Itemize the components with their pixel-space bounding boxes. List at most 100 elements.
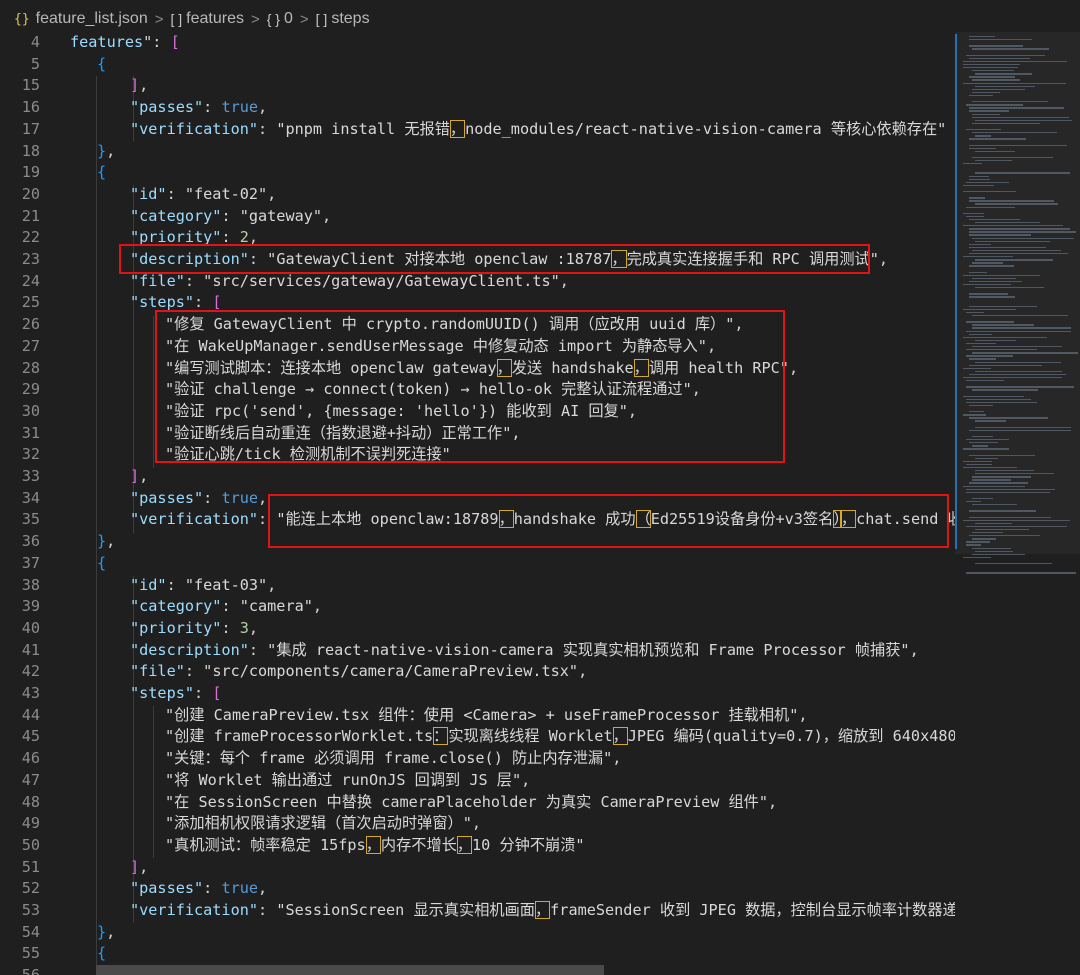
minimap-line <box>969 442 998 444</box>
minimap-line <box>966 349 1037 351</box>
code-token: true <box>221 98 259 117</box>
minimap-line <box>969 333 993 335</box>
line-number: 56 <box>0 965 40 975</box>
code-token: features <box>70 33 144 51</box>
minimap-line <box>972 435 993 438</box>
minimap-line <box>969 36 995 38</box>
code-line[interactable]: 48 "在 SessionScreen 中替换 cameraPlaceholder… <box>0 792 955 814</box>
horizontal-scrollbar[interactable] <box>96 965 604 975</box>
minimap-line <box>969 218 1020 221</box>
minimap-line <box>969 110 1010 112</box>
code-token: "集成 react-native-vision-camera 实现真实相机预览和… <box>267 640 910 659</box>
minimap-line <box>975 287 1044 289</box>
code-line[interactable]: 17 "verification": "pnpm install 无报错，node… <box>0 119 955 141</box>
code-text: "priority": 3, <box>130 618 258 640</box>
line-number: 35 <box>21 510 40 529</box>
minimap-line <box>969 404 993 407</box>
minimap-line <box>963 466 1018 469</box>
minimap-line <box>975 135 991 137</box>
code-line[interactable]: 16 "passes": true, <box>0 97 955 119</box>
minimap-line <box>963 184 994 187</box>
code-line[interactable]: 46 "关键：每个 frame 必须调用 frame.close() 防止内存泄漏… <box>0 748 955 770</box>
breadcrumb-features[interactable]: features <box>186 10 244 28</box>
code-line[interactable]: 47 "将 Worklet 输出通过 runOnJS 回调到 JS 层", <box>0 770 955 792</box>
code-text: "关键：每个 frame 必须调用 frame.close() 防止内存泄漏", <box>165 748 621 770</box>
object-icon: { } <box>266 11 280 27</box>
minimap-line <box>972 113 1000 115</box>
code-token: "priority" <box>130 618 222 637</box>
code-line[interactable]: 19 { <box>0 162 955 184</box>
minimap-line <box>963 308 1017 311</box>
code-token: , <box>612 749 622 768</box>
minimap-line <box>969 175 989 177</box>
line-number: 43 <box>21 684 40 702</box>
breadcrumb-index[interactable]: 0 <box>284 10 293 28</box>
code-token: , <box>258 98 268 117</box>
code-line[interactable]: 39 "category": "camera", <box>0 596 955 618</box>
code-line[interactable]: 4 features": [ <box>0 32 955 54</box>
code-token: , <box>139 467 149 485</box>
minimap-line <box>963 414 987 416</box>
breadcrumb-steps[interactable]: steps <box>331 10 369 28</box>
code-line[interactable]: 38 "id": "feat-03", <box>0 575 955 597</box>
minimap-line <box>963 367 992 370</box>
minimap-line <box>969 482 1028 484</box>
minimap-line <box>963 67 1018 69</box>
minimap-line <box>963 212 985 215</box>
minimap-line <box>969 454 1035 456</box>
code-line[interactable]: 18}, <box>0 141 955 163</box>
minimap[interactable] <box>955 32 1080 975</box>
minimap-line <box>975 426 1071 428</box>
line-number: 34 <box>21 488 40 507</box>
code-line[interactable]: 54}, <box>0 922 955 944</box>
code-token: , <box>768 792 778 811</box>
code-token: ": <box>143 33 171 51</box>
code-token: true <box>221 879 259 898</box>
code-line[interactable]: 41 "description": "集成 react-native-vision… <box>0 640 955 662</box>
code-line[interactable]: 49 "添加相机权限请求逻辑（首次启动时弹窗）", <box>0 813 955 835</box>
minimap-line <box>966 104 1023 106</box>
code-line[interactable]: 33], <box>0 466 955 488</box>
code-token: : <box>166 184 185 203</box>
code-text: }, <box>97 531 115 553</box>
minimap-line <box>969 144 1067 146</box>
line-number: 19 <box>21 163 40 182</box>
minimap-line <box>975 203 1059 205</box>
code-token: "id" <box>130 575 167 594</box>
code-line[interactable]: 37 { <box>0 553 955 575</box>
code-line[interactable]: 20 "id": "feat-02", <box>0 184 955 206</box>
code-line[interactable]: 43 "steps": [ <box>0 683 955 705</box>
code-token: true <box>221 488 259 507</box>
code-token: : <box>221 597 240 616</box>
code-text: "verification": "pnpm install 无报错，node_m… <box>130 119 946 141</box>
code-line[interactable]: 55 { <box>0 943 955 965</box>
code-token: : <box>203 488 222 507</box>
breadcrumb-file[interactable]: feature_list.json <box>36 10 148 28</box>
code-token: , <box>258 488 268 507</box>
code-token: { <box>97 163 107 182</box>
line-number: 24 <box>21 271 40 290</box>
minimap-line <box>972 262 1003 264</box>
code-line[interactable]: 53 "verification": "SessionScreen 显示真实相机画… <box>0 900 955 922</box>
minimap-line <box>963 191 1017 193</box>
code-line[interactable]: 15], <box>0 75 955 97</box>
code-line[interactable]: 21 "category": "gateway", <box>0 206 955 228</box>
minimap-line <box>969 293 1008 295</box>
code-line[interactable]: 5{ <box>0 54 955 76</box>
code-text: }, <box>97 141 115 163</box>
code-token: : <box>184 662 204 681</box>
code-line[interactable]: 42 "file": "src/components/camera/CameraP… <box>0 661 955 683</box>
minimap-line <box>966 439 1010 441</box>
code-line[interactable]: 51], <box>0 857 955 879</box>
line-number: 5 <box>30 54 40 73</box>
minimap-line <box>975 240 1051 242</box>
code-token: "file" <box>130 271 185 290</box>
code-line[interactable]: 45 "创建 frameProcessorWorklet.ts：实现离线线程 Wo… <box>0 726 955 748</box>
code-line[interactable]: 50 "真机测试：帧率稳定 15fps，内存不增长，10 分钟不崩溃" <box>0 835 955 857</box>
code-line[interactable]: 52 "passes": true, <box>0 878 955 900</box>
code-line[interactable]: 44 "创建 CameraPreview.tsx 组件：使用 <Camera> +… <box>0 705 955 727</box>
chevron-right-icon: > <box>250 10 260 28</box>
minimap-line <box>969 411 985 413</box>
code-token: , <box>312 597 323 616</box>
code-line[interactable]: 40 "priority": 3, <box>0 618 955 640</box>
